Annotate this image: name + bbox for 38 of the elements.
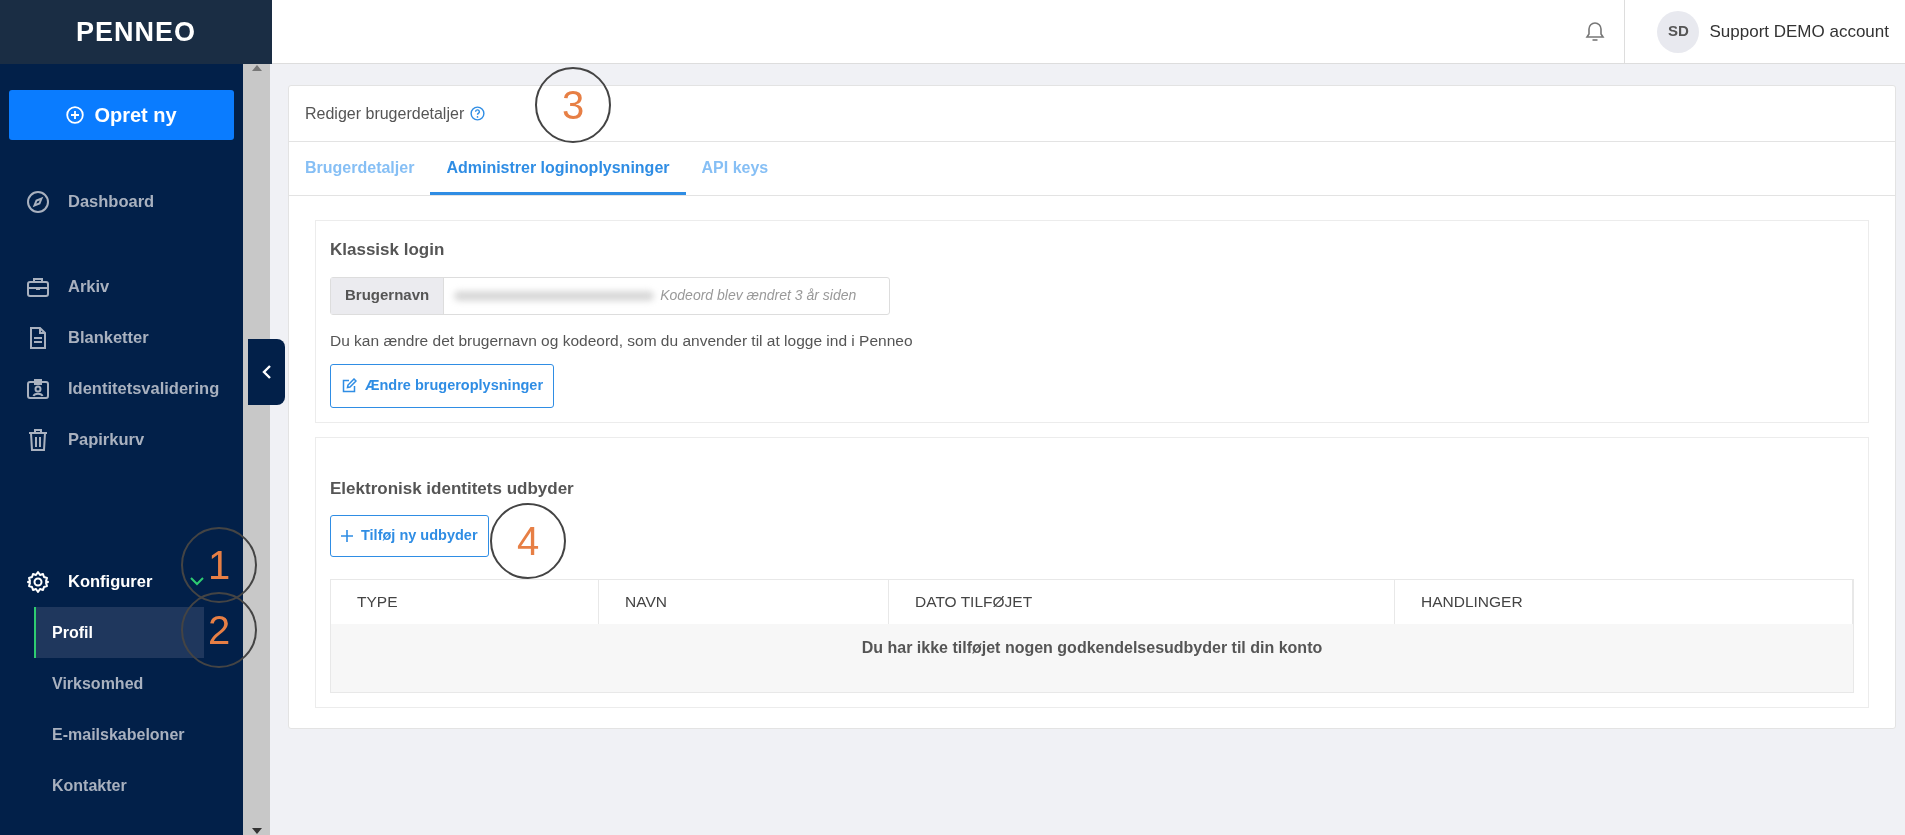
scroll-down-icon[interactable]	[250, 827, 263, 835]
annotation-marker: 1	[181, 527, 257, 603]
sidebar-subitem[interactable]: Profil	[34, 607, 204, 658]
chevron-left-icon	[261, 365, 272, 379]
user-name[interactable]: Support DEMO account	[1709, 18, 1889, 45]
settings-icon	[26, 569, 50, 594]
user-avatar[interactable]: SD	[1657, 10, 1700, 53]
username-field[interactable]: Brugernavn Kodeord blev ændret 3 år siden	[330, 276, 890, 315]
id-badge-icon	[26, 376, 50, 401]
annotation-marker: 4	[490, 503, 566, 579]
column-header: NAVN	[599, 580, 889, 624]
edit-icon	[341, 377, 357, 394]
annotation-marker: 2	[181, 592, 257, 668]
nav-item[interactable]: Arkiv	[0, 261, 110, 312]
nav-item[interactable]: Blanketter	[0, 312, 149, 363]
empty-table-message: Du har ikke tilføjet nogen godkendelsesudbyder til din konto	[331, 623, 1853, 692]
create-new-button[interactable]: Opret ny	[9, 90, 234, 140]
help-icon[interactable]	[470, 106, 486, 121]
nav-item[interactable]: Dashboard	[0, 176, 155, 227]
nav-item[interactable]: Papirkurv	[0, 414, 145, 465]
logo: PENNEO	[0, 0, 272, 64]
compass-icon	[26, 189, 50, 214]
plus-icon	[341, 530, 353, 543]
column-header: TYPE	[331, 580, 599, 624]
sidebar-subitem[interactable]: Kontakter	[34, 760, 204, 811]
notification-bell-icon[interactable]	[1584, 20, 1605, 43]
collapse-sidebar-button[interactable]	[248, 339, 285, 405]
column-header: HANDLINGER	[1395, 580, 1853, 624]
trash-icon	[26, 427, 50, 452]
card-title: Rediger brugerdetaljer	[305, 103, 465, 124]
nav-item[interactable]: Identitetsvalidering	[0, 363, 220, 414]
section-title: Elektronisk identitets udbyder	[330, 477, 575, 500]
annotation-marker: 3	[535, 67, 611, 143]
description-text: Du kan ændre det brugernavn og kodeord, som du anvender til at logge ind i Penneo	[330, 330, 914, 351]
column-header: DATO TILFØJET	[889, 580, 1395, 624]
sidebar-subitem[interactable]: E-mailskabeloner	[34, 709, 204, 760]
section-title: Klassisk login	[330, 239, 446, 261]
plus-circle-icon	[66, 106, 85, 124]
